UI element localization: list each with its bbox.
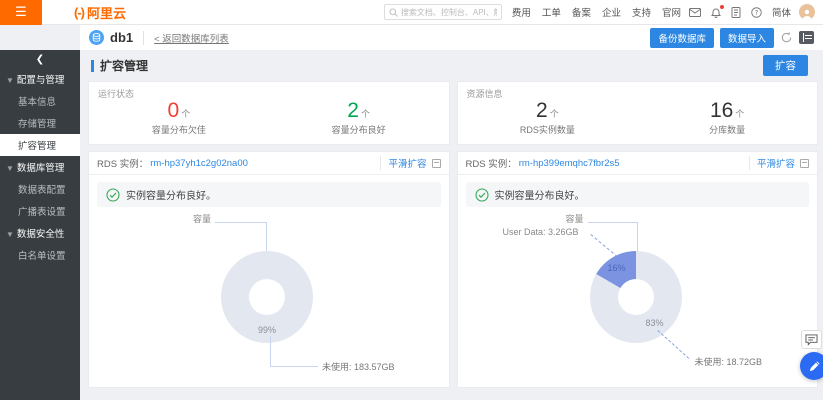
search-box[interactable] bbox=[384, 4, 502, 20]
status-banner-text: 实例容量分布良好。 bbox=[495, 187, 585, 202]
sidebar: ❮ ▼配置与管理 基本信息 存储管理 扩容管理 ▼数据库管理 数据表配置 广播表… bbox=[0, 50, 80, 400]
scale-out-button[interactable]: 扩容 bbox=[763, 55, 808, 76]
nav-tickets[interactable]: 工单 bbox=[542, 5, 561, 19]
panel-settings-icon[interactable] bbox=[800, 159, 809, 168]
sidebar-group-config[interactable]: ▼配置与管理 bbox=[0, 68, 80, 90]
sidebar-item-basic-info[interactable]: 基本信息 bbox=[0, 90, 80, 112]
slice-callout-label: User Data: 3.26GB bbox=[503, 227, 579, 237]
rds-instance-card-1: RDS 实例： rm-hp37yh1c2g02na00 平滑扩容 实例容量分布良… bbox=[88, 151, 450, 388]
user-avatar[interactable] bbox=[799, 4, 815, 20]
capacity-donut-chart: 容量 99% 未使用: 183.57GB bbox=[89, 208, 449, 378]
survey-button[interactable] bbox=[800, 352, 823, 380]
panel-settings-icon[interactable] bbox=[432, 159, 441, 168]
sidebar-item-whitelist[interactable]: 白名单设置 bbox=[0, 244, 80, 266]
language-switch[interactable]: 简体 bbox=[772, 5, 791, 19]
panel-title: 资源信息 bbox=[467, 87, 503, 100]
instance-label: RDS 实例： bbox=[466, 156, 517, 170]
top-navigation: 费用 工单 备案 企业 支持 官网 bbox=[512, 5, 681, 19]
database-name: db1 bbox=[110, 30, 133, 45]
sidebar-item-storage[interactable]: 存储管理 bbox=[0, 112, 80, 134]
title-accent-bar bbox=[91, 60, 94, 72]
nav-icp[interactable]: 备案 bbox=[572, 5, 591, 19]
stat-rds-count: 2个 RDS实例数量 bbox=[458, 99, 638, 136]
instances-row: RDS 实例： rm-hp37yh1c2g02na00 平滑扩容 实例容量分布良… bbox=[80, 145, 823, 388]
instance-id-link[interactable]: rm-hp399emqhc7fbr2s5 bbox=[519, 158, 620, 169]
nav-billing[interactable]: 费用 bbox=[512, 5, 531, 19]
instance-label: RDS 实例： bbox=[97, 156, 148, 170]
search-icon bbox=[389, 8, 398, 17]
sidebar-group-security[interactable]: ▼数据安全性 bbox=[0, 222, 80, 244]
caret-down-icon: ▼ bbox=[6, 76, 14, 85]
aliyun-logo-text: 阿里云 bbox=[87, 3, 126, 22]
sidebar-item-broadcast-table[interactable]: 广播表设置 bbox=[0, 200, 80, 222]
capacity-donut-chart: 容量 User Data: 3.26GB 16% 83% 未使用: 18.72G… bbox=[458, 208, 818, 378]
status-banner: 实例容量分布良好。 bbox=[97, 182, 441, 207]
notice-icon[interactable] bbox=[731, 7, 741, 18]
nav-support[interactable]: 支持 bbox=[632, 5, 651, 19]
rds-instance-card-2: RDS 实例： rm-hp399emqhc7fbr2s5 平滑扩容 实例容量分布… bbox=[457, 151, 819, 388]
stats-row: 运行状态 0个 容量分布欠佳 2个 容量分布良好 资源信息 2个 bbox=[80, 81, 823, 145]
help-icon[interactable]: ? bbox=[751, 7, 762, 18]
caret-down-icon: ▼ bbox=[6, 230, 14, 239]
console-screen: ☰ (-) 阿里云 费用 工单 备案 企业 支持 官网 bbox=[0, 0, 823, 400]
check-circle-icon bbox=[475, 188, 489, 202]
slice-percent-label: 83% bbox=[646, 318, 664, 328]
aliyun-logo[interactable]: (-) 阿里云 bbox=[74, 3, 126, 22]
hamburger-menu-icon[interactable]: ☰ bbox=[0, 0, 42, 25]
svg-text:?: ? bbox=[755, 8, 759, 16]
instance-header: RDS 实例： rm-hp399emqhc7fbr2s5 平滑扩容 bbox=[458, 152, 818, 175]
status-banner-text: 实例容量分布良好。 bbox=[126, 187, 216, 202]
status-banner: 实例容量分布良好。 bbox=[466, 182, 810, 207]
database-icon bbox=[89, 30, 104, 45]
bell-icon[interactable] bbox=[711, 7, 721, 18]
data-import-button[interactable]: 数据导入 bbox=[720, 28, 774, 48]
main-content: 扩容管理 扩容 运行状态 0个 容量分布欠佳 2个 容量分布良好 资源信 bbox=[80, 50, 823, 400]
topbar-icons: ? 简体 bbox=[689, 5, 791, 19]
slice-callout-label: 未使用: 183.57GB bbox=[322, 360, 395, 373]
slice-percent-label: 99% bbox=[258, 325, 276, 335]
layout-grid-icon[interactable] bbox=[799, 31, 814, 44]
smooth-scale-out-link[interactable]: 平滑扩容 bbox=[757, 156, 795, 170]
sidebar-item-table-config[interactable]: 数据表配置 bbox=[0, 178, 80, 200]
database-header-actions: 备份数据库 数据导入 bbox=[650, 28, 814, 48]
donut-ring bbox=[590, 251, 682, 343]
stat-shard-count: 16个 分库数量 bbox=[637, 99, 817, 136]
aliyun-logo-icon: (-) bbox=[74, 5, 84, 20]
resource-info-panel: 资源信息 2个 RDS实例数量 16个 分库数量 bbox=[457, 81, 819, 145]
backup-database-button[interactable]: 备份数据库 bbox=[650, 28, 714, 48]
page-title: 扩容管理 bbox=[100, 57, 148, 74]
search-input[interactable] bbox=[401, 8, 497, 17]
instance-id-link[interactable]: rm-hp37yh1c2g02na00 bbox=[150, 158, 248, 169]
caret-down-icon: ▼ bbox=[6, 164, 14, 173]
sidebar-item-scale-out[interactable]: 扩容管理 bbox=[0, 134, 80, 156]
nav-website[interactable]: 官网 bbox=[662, 5, 681, 19]
feedback-chat-button[interactable] bbox=[801, 330, 822, 349]
refresh-icon[interactable] bbox=[780, 31, 793, 44]
back-to-database-list-link[interactable]: < 返回数据库列表 bbox=[143, 31, 229, 45]
mail-icon[interactable] bbox=[689, 8, 701, 17]
running-status-panel: 运行状态 0个 容量分布欠佳 2个 容量分布良好 bbox=[88, 81, 450, 145]
nav-enterprise[interactable]: 企业 bbox=[602, 5, 621, 19]
notification-dot bbox=[720, 5, 724, 9]
stat-capacity-poor: 0个 容量分布欠佳 bbox=[89, 99, 269, 136]
slice-callout-label: 未使用: 18.72GB bbox=[695, 355, 763, 368]
topbar: ☰ (-) 阿里云 费用 工单 备案 企业 支持 官网 bbox=[0, 0, 823, 25]
instance-header: RDS 实例： rm-hp37yh1c2g02na00 平滑扩容 bbox=[89, 152, 449, 175]
smooth-scale-out-link[interactable]: 平滑扩容 bbox=[388, 156, 426, 170]
database-header: db1 < 返回数据库列表 备份数据库 数据导入 bbox=[80, 25, 823, 50]
sidebar-collapse-icon[interactable]: ❮ bbox=[0, 50, 80, 68]
chart-title: 容量 bbox=[193, 212, 211, 225]
slice-percent-label: 16% bbox=[608, 263, 626, 273]
check-circle-icon bbox=[106, 188, 120, 202]
panel-title: 运行状态 bbox=[98, 87, 134, 100]
chart-title: 容量 bbox=[566, 212, 584, 225]
sidebar-group-database[interactable]: ▼数据库管理 bbox=[0, 156, 80, 178]
stat-capacity-good: 2个 容量分布良好 bbox=[269, 99, 449, 136]
page-title-row: 扩容管理 扩容 bbox=[80, 50, 823, 81]
